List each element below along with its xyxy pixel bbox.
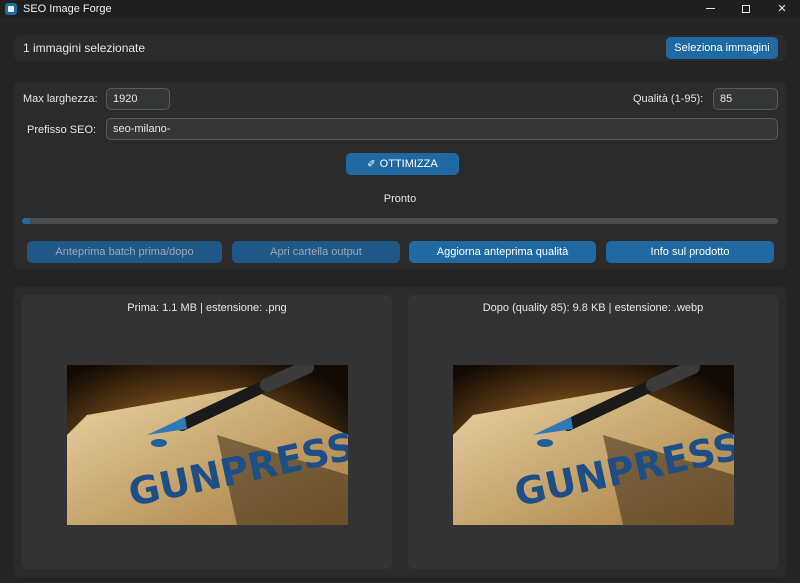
batch-preview-button[interactable]: Anteprima batch prima/dopo <box>27 241 222 263</box>
open-output-folder-button[interactable]: Apri cartella output <box>232 241 400 263</box>
selection-count-label: 1 immagini selezionate <box>23 41 146 55</box>
progress-fill <box>22 218 30 224</box>
after-image: GUNPRESS <box>453 365 734 525</box>
maximize-icon <box>742 4 750 13</box>
minimize-button[interactable] <box>692 0 728 17</box>
product-info-button[interactable]: Info sul prodotto <box>606 241 774 263</box>
minimize-icon <box>705 8 715 9</box>
optimize-button[interactable]: ✐ OTTIMIZZA <box>346 153 459 175</box>
selection-frame: 1 immagini selezionate Seleziona immagin… <box>14 35 786 61</box>
magic-wand-icon: ✐ <box>367 158 376 170</box>
seo-prefix-input[interactable]: seo-milano- <box>106 118 778 140</box>
close-icon: ✕ <box>777 3 787 15</box>
before-preview-panel: Prima: 1.1 MB | estensione: .png GUNPRES… <box>22 295 392 569</box>
seo-prefix-label: Prefisso SEO: <box>27 124 97 136</box>
max-width-input[interactable]: 1920 <box>106 88 170 110</box>
quality-label: Qualità (1-95): <box>633 93 704 105</box>
close-button[interactable]: ✕ <box>764 0 800 17</box>
app-icon <box>5 2 17 15</box>
after-preview-panel: Dopo (quality 85): 9.8 KB | estensione: … <box>408 295 778 569</box>
after-caption: Dopo (quality 85): 9.8 KB | estensione: … <box>482 302 704 314</box>
gunpress-illustration-compressed: GUNPRESS <box>453 365 734 525</box>
gunpress-illustration: GUNPRESS <box>67 365 348 525</box>
quality-input[interactable]: 85 <box>713 88 778 110</box>
preview-frame: Prima: 1.1 MB | estensione: .png GUNPRES… <box>14 287 786 577</box>
max-width-label: Max larghezza: <box>23 93 98 105</box>
select-images-button[interactable]: Seleziona immagini <box>666 37 778 59</box>
title-bar: SEO Image Forge ✕ <box>0 0 800 17</box>
optimize-button-label: OTTIMIZZA <box>379 158 438 170</box>
before-image: GUNPRESS <box>67 365 348 525</box>
window-title: SEO Image Forge <box>23 2 112 15</box>
settings-frame: Max larghezza: 1920 Qualità (1-95): 85 P… <box>14 82 786 269</box>
maximize-button[interactable] <box>728 0 764 17</box>
status-text: Pronto <box>383 193 417 205</box>
refresh-quality-preview-button[interactable]: Aggiorna anteprima qualità <box>409 241 596 263</box>
progress-bar <box>22 218 778 224</box>
before-caption: Prima: 1.1 MB | estensione: .png <box>127 302 287 314</box>
